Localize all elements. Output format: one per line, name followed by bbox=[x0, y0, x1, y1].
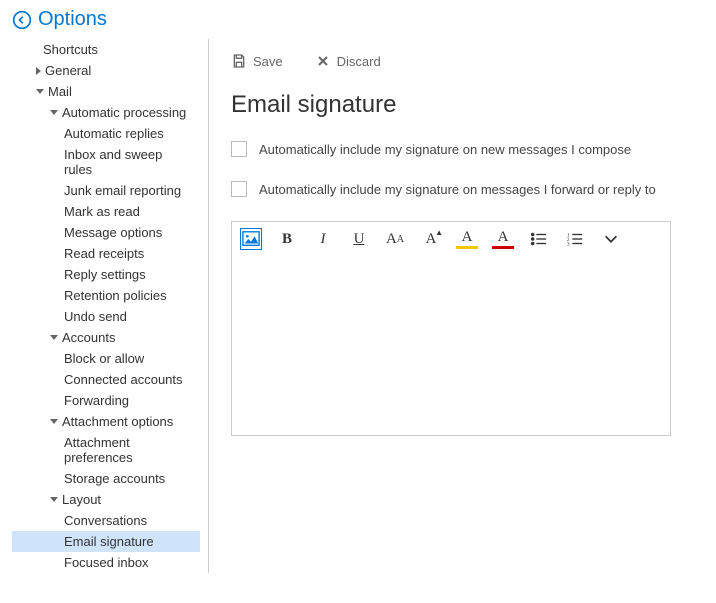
main-panel: Save Discard Email signature Automatical… bbox=[208, 39, 716, 573]
checkbox-icon[interactable] bbox=[231, 181, 247, 197]
sidebar-email-signature[interactable]: Email signature bbox=[12, 531, 200, 552]
label: Automatically include my signature on me… bbox=[259, 182, 656, 197]
page-title: Email signature bbox=[231, 91, 694, 119]
label: Junk email reporting bbox=[64, 183, 181, 198]
underline-button[interactable]: U bbox=[348, 228, 370, 250]
sidebar-mark-read[interactable]: Mark as read bbox=[12, 201, 200, 222]
label: Email signature bbox=[64, 534, 154, 549]
editor-toolbar: B I U AA A▲ A A 123 bbox=[232, 222, 670, 257]
svg-text:3: 3 bbox=[567, 241, 570, 247]
sidebar-auto-replies[interactable]: Automatic replies bbox=[12, 123, 200, 144]
label: Undo send bbox=[64, 309, 127, 324]
page-header-title: Options bbox=[38, 8, 107, 31]
label: Connected accounts bbox=[64, 372, 183, 387]
sidebar-reply-settings[interactable]: Reply settings bbox=[12, 264, 200, 285]
sidebar-mail[interactable]: Mail bbox=[12, 81, 200, 102]
label: Mail bbox=[48, 84, 72, 99]
back-icon[interactable] bbox=[12, 10, 32, 30]
label: Save bbox=[253, 54, 283, 69]
insert-image-button[interactable] bbox=[240, 228, 262, 250]
save-button[interactable]: Save bbox=[231, 53, 283, 69]
sidebar-undo-send[interactable]: Undo send bbox=[12, 306, 200, 327]
sidebar-focused-inbox[interactable]: Focused inbox bbox=[12, 552, 200, 573]
label: Conversations bbox=[64, 513, 147, 528]
label: Mark as read bbox=[64, 204, 140, 219]
sidebar-retention[interactable]: Retention policies bbox=[12, 285, 200, 306]
checkbox-icon[interactable] bbox=[231, 141, 247, 157]
sidebar-attachment-prefs[interactable]: Attachment preferences bbox=[12, 432, 200, 468]
label: Message options bbox=[64, 225, 162, 240]
label: Automatically include my signature on ne… bbox=[259, 142, 631, 157]
signature-editor: B I U AA A▲ A A 123 bbox=[231, 221, 671, 436]
label: Accounts bbox=[62, 330, 115, 345]
sidebar-inbox-rules[interactable]: Inbox and sweep rules bbox=[12, 144, 200, 180]
sidebar-junk-reporting[interactable]: Junk email reporting bbox=[12, 180, 200, 201]
sidebar: Shortcuts General Mail Automatic process… bbox=[0, 39, 200, 573]
sidebar-forwarding[interactable]: Forwarding bbox=[12, 390, 200, 411]
number-list-button[interactable]: 123 bbox=[564, 228, 586, 250]
font-color-button[interactable]: A bbox=[492, 229, 514, 249]
italic-button[interactable]: I bbox=[312, 228, 334, 250]
save-icon bbox=[231, 53, 247, 69]
font-size-button[interactable]: AA bbox=[384, 228, 406, 250]
discard-button[interactable]: Discard bbox=[315, 53, 381, 69]
sidebar-shortcuts[interactable]: Shortcuts bbox=[12, 39, 200, 60]
label: Attachment options bbox=[62, 414, 173, 429]
label: Discard bbox=[337, 54, 381, 69]
sidebar-message-options[interactable]: Message options bbox=[12, 222, 200, 243]
label: Automatic replies bbox=[64, 126, 164, 141]
label: Reply settings bbox=[64, 267, 146, 282]
more-options-button[interactable] bbox=[600, 228, 622, 250]
label: Storage accounts bbox=[64, 471, 165, 486]
sidebar-read-receipts[interactable]: Read receipts bbox=[12, 243, 200, 264]
sidebar-attachment[interactable]: Attachment options bbox=[12, 411, 200, 432]
sidebar-conversations[interactable]: Conversations bbox=[12, 510, 200, 531]
label: Block or allow bbox=[64, 351, 144, 366]
bullet-list-button[interactable] bbox=[528, 228, 550, 250]
label: Automatic processing bbox=[62, 105, 186, 120]
label: General bbox=[45, 63, 91, 78]
label: Focused inbox bbox=[64, 555, 149, 570]
sidebar-layout[interactable]: Layout bbox=[12, 489, 200, 510]
label: Layout bbox=[62, 492, 101, 507]
bold-button[interactable]: B bbox=[276, 228, 298, 250]
label: Forwarding bbox=[64, 393, 129, 408]
checkbox-include-forward[interactable]: Automatically include my signature on me… bbox=[231, 181, 694, 197]
sidebar-auto-processing[interactable]: Automatic processing bbox=[12, 102, 200, 123]
label: Inbox and sweep rules bbox=[64, 147, 194, 177]
label: Attachment preferences bbox=[64, 435, 194, 465]
sidebar-block-allow[interactable]: Block or allow bbox=[12, 348, 200, 369]
checkbox-include-new[interactable]: Automatically include my signature on ne… bbox=[231, 141, 694, 157]
sidebar-storage[interactable]: Storage accounts bbox=[12, 468, 200, 489]
sidebar-accounts[interactable]: Accounts bbox=[12, 327, 200, 348]
close-icon bbox=[315, 53, 331, 69]
label: Read receipts bbox=[64, 246, 144, 261]
label: Retention policies bbox=[64, 288, 167, 303]
label: Shortcuts bbox=[43, 42, 98, 57]
font-grow-button[interactable]: A▲ bbox=[420, 228, 442, 250]
highlight-button[interactable]: A bbox=[456, 229, 478, 249]
signature-textarea[interactable] bbox=[232, 257, 670, 432]
sidebar-connected[interactable]: Connected accounts bbox=[12, 369, 200, 390]
sidebar-general[interactable]: General bbox=[12, 60, 200, 81]
